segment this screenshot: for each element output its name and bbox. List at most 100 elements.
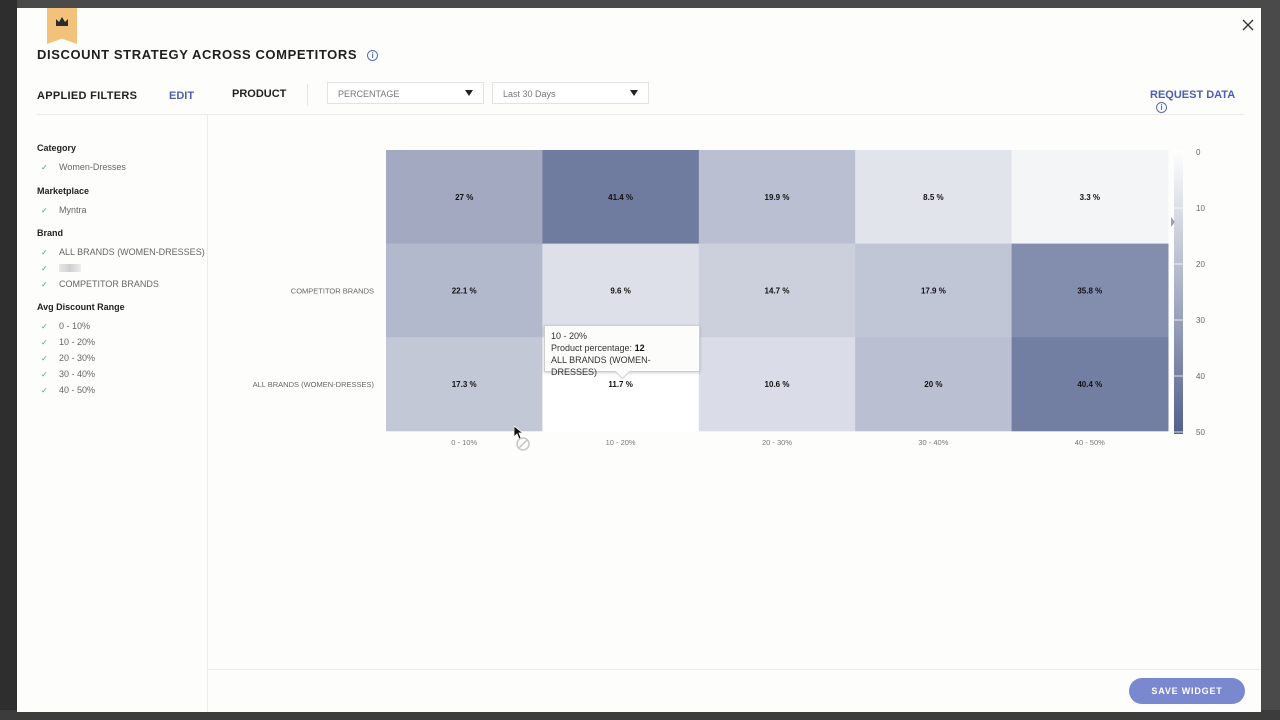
heatmap-cell-label: 8.5 % [923, 193, 943, 202]
check-icon: ✓ [41, 162, 48, 172]
filter-item-label: Myntra [59, 205, 87, 215]
widget-modal: DISCOUNT STRATEGY ACROSS COMPETITORS i A… [17, 8, 1261, 712]
heatmap-chart-area: 27 % 41.4 % 19.9 % 8.5 % 3.3 % 22.1 % 9.6 % 14.… [208, 116, 1261, 668]
heatmap-cell-label: 3.3 % [1080, 193, 1100, 202]
info-circle-icon[interactable]: i [367, 50, 379, 62]
filter-group-heading: Category [37, 143, 77, 153]
x-axis-label: 40 - 50% [1075, 438, 1105, 447]
close-x-icon [1242, 19, 1254, 31]
dropdown-arrow-icon [630, 90, 638, 96]
heatmap-cell-label: 17.9 % [921, 286, 946, 295]
tooltip-metric-value: 12 [634, 343, 645, 353]
redacted-brand-chip [59, 264, 81, 272]
check-icon: ✓ [41, 263, 48, 273]
y-axis-label: ALL BRANDS (WOMEN-DRESSES) [253, 380, 375, 389]
filters-sidebar: Category ✓ Women-Dresses Marketplace ✓ Myn… [17, 115, 208, 712]
filter-item: ✓ 40 - 50% [37, 382, 125, 398]
heatmap-cell-label: 17.3 % [452, 380, 477, 389]
filter-item-label: 10 - 20% [59, 337, 96, 347]
product-label: PRODUCT [232, 88, 287, 100]
dropdown-arrow-icon [465, 90, 473, 96]
period-select[interactable]: Last 30 Days [492, 82, 649, 104]
filter-item-label: 20 - 30% [59, 353, 96, 363]
metric-select-value: PERCENTAGE [338, 89, 400, 99]
heatmap-cell-label: 35.8 % [1077, 286, 1102, 295]
modal-title: DISCOUNT STRATEGY ACROSS COMPETITORS i [37, 47, 379, 62]
tooltip-range: 10 - 20% [551, 331, 588, 341]
x-axis-label: 10 - 20% [606, 438, 636, 447]
check-icon: ✓ [41, 321, 48, 331]
color-scale-bar [1174, 150, 1183, 434]
header-divider [37, 114, 1245, 115]
color-scale-label: 30 [1196, 316, 1205, 325]
heatmap-cell-label: 14.7 % [765, 286, 790, 295]
filter-item: ✓ COMPETITOR BRANDS [37, 276, 205, 292]
heatmap-chart: 27 % 41.4 % 19.9 % 8.5 % 3.3 % 22.1 % 9.6 % 14.… [253, 148, 1206, 447]
applied-filters-label: APPLIED FILTERS [37, 90, 138, 102]
check-icon: ✓ [41, 353, 48, 363]
heatmap-cell-label: 20 % [924, 380, 942, 389]
period-select-value: Last 30 Days [503, 89, 556, 99]
filter-item: ✓ [37, 260, 205, 276]
filter-group-brand: Brand ✓ ALL BRANDS (WOMEN-DRESSES) ✓ ✓ COM… [37, 228, 205, 292]
premium-badge [47, 8, 77, 44]
filter-item: ✓ 20 - 30% [37, 350, 125, 366]
filter-item: ✓ Myntra [37, 202, 89, 218]
filter-divider [307, 84, 308, 106]
heatmap-y-axis: COMPETITOR BRANDS ALL BRANDS (WOMEN-DRESS… [253, 286, 375, 389]
request-data-button[interactable]: REQUEST DATA i [1150, 89, 1245, 113]
heatmap-cell-label: 40.4 % [1077, 380, 1102, 389]
save-widget-button[interactable]: SAVE WIDGET [1129, 678, 1245, 704]
heatmap-x-axis: 0 - 10% 10 - 20% 20 - 30% 30 - 40% 40 - 50% [451, 438, 1105, 447]
x-axis-label: 30 - 40% [918, 438, 948, 447]
filter-group-heading: Avg Discount Range [37, 302, 125, 312]
color-scale-label: 50 [1196, 428, 1205, 437]
filter-group-heading: Brand [37, 228, 64, 238]
heatmap-cell-label: 9.6 % [610, 286, 630, 295]
mouse-cursor-icon [513, 425, 536, 457]
modal-title-text: DISCOUNT STRATEGY ACROSS COMPETITORS [37, 47, 358, 62]
filter-item-label: 30 - 40% [59, 369, 96, 379]
check-icon: ✓ [41, 385, 48, 395]
y-axis-label: COMPETITOR BRANDS [291, 286, 374, 295]
filter-group-discount-range: Avg Discount Range ✓ 0 - 10% ✓ 10 - 20% ✓ 2… [37, 302, 125, 398]
color-scale-label: 0 [1196, 148, 1201, 157]
edit-filters-button[interactable]: EDIT [169, 90, 194, 102]
check-icon: ✓ [41, 369, 48, 379]
close-button[interactable] [1239, 16, 1257, 34]
filter-item: ✓ Women-Dresses [37, 159, 126, 175]
tooltip-metric-label: Product percentage: [551, 343, 635, 353]
filter-item: ✓ 30 - 40% [37, 366, 125, 382]
x-axis-label: 20 - 30% [762, 438, 792, 447]
filter-group-category: Category ✓ Women-Dresses [37, 143, 126, 175]
check-icon: ✓ [41, 247, 48, 257]
metric-select[interactable]: PERCENTAGE [327, 82, 484, 104]
heatmap-tooltip: 10 - 20% Product percentage: 12 ALL BRAN… [544, 325, 700, 377]
filter-item-label: COMPETITOR BRANDS [59, 279, 159, 289]
color-scale-label: 10 [1196, 204, 1205, 213]
check-icon: ✓ [41, 337, 48, 347]
color-scale-label: 40 [1196, 372, 1205, 381]
footer-divider [208, 669, 1261, 670]
filter-item: ✓ 10 - 20% [37, 334, 125, 350]
color-scale-label: 20 [1196, 260, 1205, 269]
filter-item-label: 40 - 50% [59, 385, 96, 395]
heatmap-cell-label: 41.4 % [608, 193, 633, 202]
check-icon: ✓ [41, 205, 48, 215]
heatmap-cell-label: 11.7 % [608, 380, 632, 389]
filter-group-heading: Marketplace [37, 186, 90, 196]
filter-group-marketplace: Marketplace ✓ Myntra [37, 186, 89, 218]
backdrop-sidebar [0, 0, 17, 720]
filter-item: ✓ ALL BRANDS (WOMEN-DRESSES) [37, 244, 205, 260]
heatmap-cell-label: 27 % [455, 193, 473, 202]
filter-item: ✓ 0 - 10% [37, 318, 125, 334]
filter-item-label: 0 - 10% [59, 321, 91, 331]
tooltip-series: ALL BRANDS (WOMEN-DRESSES) [551, 355, 651, 377]
check-icon: ✓ [41, 279, 48, 289]
heatmap-cell-label: 19.9 % [765, 193, 790, 202]
filter-item-label: Women-Dresses [59, 162, 126, 172]
heatmap-cell-label: 22.1 % [452, 286, 477, 295]
crown-icon [56, 17, 68, 26]
info-circle-icon: i [1156, 101, 1167, 113]
tooltip-metric: Product percentage: 12 [551, 342, 693, 354]
